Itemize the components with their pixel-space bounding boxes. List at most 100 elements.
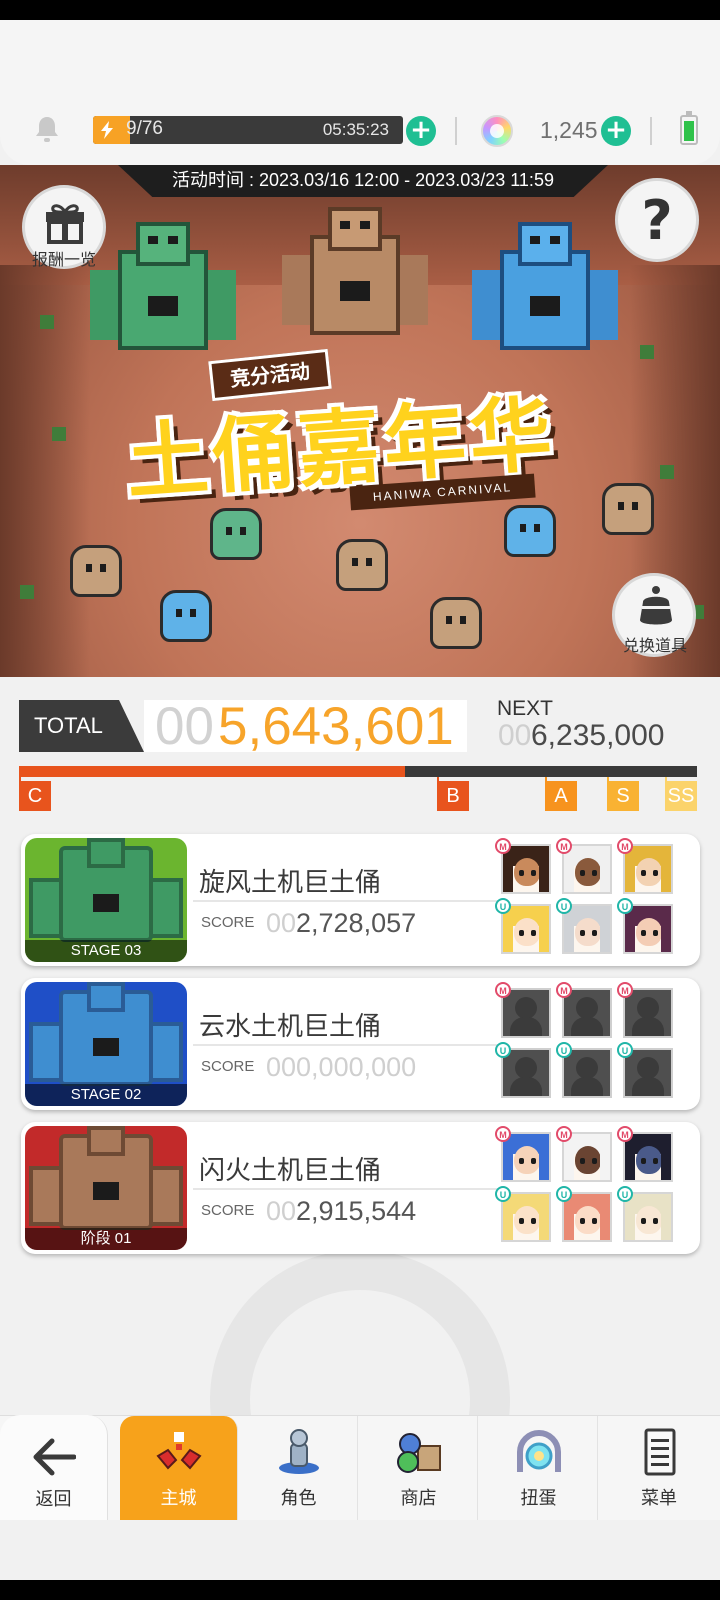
next-score-prefix: 00 <box>498 719 532 752</box>
stage-number-label: STAGE 03 <box>25 940 187 962</box>
role-u-badge: U <box>617 1042 633 1058</box>
rainbow-gem-icon <box>481 115 513 147</box>
plus-icon: + <box>410 115 432 145</box>
brown-haniwa-figure <box>430 597 482 649</box>
role-m-badge: M <box>556 1126 572 1142</box>
total-score-prefix: 00 <box>155 697 214 756</box>
stage-card[interactable]: 阶段 01 闪火土机巨土俑 SCORE 00 2,915,544 M M M U U U <box>21 1122 700 1254</box>
menu-icon <box>644 1428 676 1476</box>
stage-card[interactable]: STAGE 03 旋风土机巨土俑 SCORE 00 2,728,057 M M M U U U <box>21 834 700 966</box>
role-u-badge: U <box>495 1186 511 1202</box>
rewards-label: 报酬一览 <box>31 250 96 269</box>
total-score-value: 5,643,601 <box>218 697 454 756</box>
nav-main-city[interactable]: 主城 <box>120 1416 238 1520</box>
score-prefix: 00 <box>266 908 297 938</box>
brown-haniwa-figure <box>602 483 654 535</box>
stage-number-label: 阶段 01 <box>25 1228 187 1250</box>
role-u-badge: U <box>495 1042 511 1058</box>
rank-progress-bar <box>19 766 697 777</box>
rank-s-marker: S <box>607 777 639 811</box>
score-prefix: 000,000,000 <box>266 1052 417 1082</box>
blue-golem-figure <box>470 210 620 360</box>
add-gem-button[interactable]: + <box>601 116 631 146</box>
help-icon: ? <box>641 189 673 252</box>
role-m-badge: M <box>617 838 633 854</box>
stage-number-label: STAGE 02 <box>25 1084 187 1106</box>
main-city-icon <box>156 1432 202 1470</box>
score-label: SCORE <box>201 914 255 931</box>
next-label: NEXT <box>497 697 554 720</box>
energy-timer: 05:35:23 <box>322 120 389 139</box>
role-m-badge: M <box>556 982 572 998</box>
help-button[interactable]: ? <box>615 178 699 262</box>
energy-gauge: 9/76 05:35:23 <box>93 116 403 144</box>
green-haniwa-figure <box>210 508 262 560</box>
nav-menu[interactable]: 菜单 <box>600 1416 718 1520</box>
system-nav-bar <box>0 1580 720 1600</box>
divider <box>650 117 652 145</box>
gem-count: 1,245 <box>540 117 598 143</box>
bell-icon[interactable] <box>34 115 60 143</box>
role-u-badge: U <box>495 898 511 914</box>
nav-shop[interactable]: 商店 <box>360 1416 478 1520</box>
role-u-badge: U <box>556 898 572 914</box>
role-u-badge: U <box>617 898 633 914</box>
role-u-badge: U <box>556 1042 572 1058</box>
gesture-area <box>0 1520 720 1580</box>
score-label: SCORE <box>201 1058 255 1075</box>
stage-thumbnail: STAGE 02 <box>25 982 187 1106</box>
nav-gacha[interactable]: 扭蛋 <box>480 1416 598 1520</box>
add-energy-button[interactable]: + <box>406 116 436 146</box>
role-u-badge: U <box>617 1186 633 1202</box>
stage-thumbnail: 阶段 01 <box>25 1126 187 1250</box>
role-m-badge: M <box>495 838 511 854</box>
divider <box>455 117 457 145</box>
event-time-banner: 活动时间 : 2023.03/16 12:00 - 2023.03/23 11:… <box>118 165 608 197</box>
back-arrow-icon <box>33 1438 76 1476</box>
back-button[interactable]: 返回 <box>0 1415 108 1521</box>
score-value: 2,728,057 <box>296 908 417 938</box>
stage-title: 旋风土机巨土俑 <box>199 868 382 898</box>
green-golem-figure <box>88 210 238 360</box>
role-u-badge: U <box>556 1186 572 1202</box>
rank-progress-fill <box>19 766 406 777</box>
nav-shop-label: 商店 <box>400 1488 437 1509</box>
nav-main-city-label: 主城 <box>160 1488 197 1509</box>
gacha-icon <box>517 1430 561 1472</box>
stage-thumbnail: STAGE 03 <box>25 838 187 962</box>
total-tag: TOTAL <box>19 700 144 752</box>
shop-icon <box>397 1433 441 1473</box>
brown-haniwa-figure <box>70 545 122 597</box>
brown-golem-figure <box>280 195 430 345</box>
role-m-badge: M <box>495 982 511 998</box>
stage-card[interactable]: STAGE 02 云水土机巨土俑 SCORE 000,000,000 M M M U U U <box>21 978 700 1110</box>
divider <box>193 1188 498 1190</box>
role-m-badge: M <box>617 1126 633 1142</box>
nav-character[interactable]: 角色 <box>240 1416 358 1520</box>
energy-count: 9/76 <box>126 118 163 139</box>
stage-title: 云水土机巨土俑 <box>199 1012 382 1042</box>
plus-icon: + <box>605 115 627 145</box>
blue-haniwa-figure <box>504 505 556 557</box>
divider <box>193 1044 498 1046</box>
back-label: 返回 <box>35 1489 72 1510</box>
nav-menu-label: 菜单 <box>641 1488 677 1509</box>
exchange-label: 兑换道具 <box>622 636 687 655</box>
stage-title: 闪火土机巨土俑 <box>199 1156 382 1186</box>
nav-gacha-label: 扭蛋 <box>520 1488 557 1509</box>
rank-b-marker: B <box>437 777 469 811</box>
role-m-badge: M <box>617 982 633 998</box>
bag-icon <box>640 586 672 625</box>
character-icon <box>279 1429 319 1474</box>
rank-c-marker: C <box>19 777 51 811</box>
gift-icon <box>46 204 84 244</box>
divider <box>193 900 498 902</box>
next-score-value: 6,235,000 <box>531 719 665 752</box>
battery-icon <box>680 111 698 145</box>
rank-ss-marker: SS <box>665 777 697 811</box>
system-status-bar <box>0 0 720 20</box>
score-prefix: 00 <box>266 1196 297 1226</box>
brown-haniwa-figure <box>336 539 388 591</box>
nav-character-label: 角色 <box>280 1488 317 1509</box>
score-label: SCORE <box>201 1202 255 1219</box>
